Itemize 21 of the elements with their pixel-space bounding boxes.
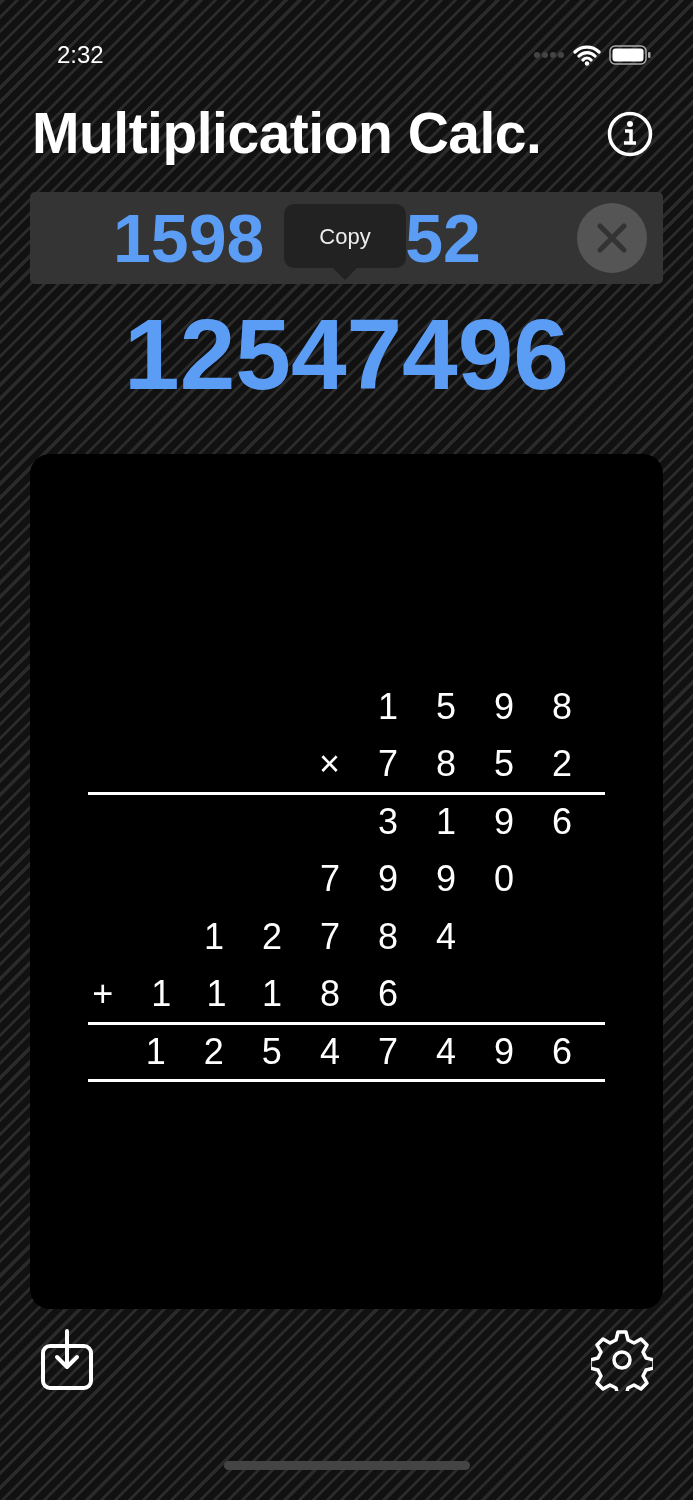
app-title: Multiplication Calc. — [32, 100, 542, 168]
input-field[interactable]: 1598 Copy 52 — [30, 192, 663, 284]
copy-menu-item[interactable]: Copy — [284, 204, 406, 280]
info-icon[interactable] — [607, 111, 653, 157]
answer-text: 12547496 — [123, 304, 570, 404]
partial-product: 12784 — [203, 918, 494, 955]
multiplicand-number: 1598 — [377, 688, 610, 725]
close-icon — [597, 223, 627, 253]
status-time: 2:32 — [57, 40, 104, 70]
settings-icon[interactable] — [591, 1329, 653, 1391]
multiplier-number: 7852 — [377, 746, 610, 783]
battery-icon — [609, 45, 651, 65]
operator-sign: × — [318, 746, 378, 783]
partial-product: 3196 — [377, 803, 610, 840]
partial-product: 7990 — [319, 861, 552, 898]
wifi-icon — [573, 44, 601, 66]
signal-icon — [533, 51, 565, 59]
download-icon[interactable] — [40, 1329, 94, 1391]
result-number: 12547496 — [145, 1033, 610, 1070]
operator-sign: + — [92, 976, 152, 1013]
partial-product: 11186 — [151, 976, 436, 1013]
